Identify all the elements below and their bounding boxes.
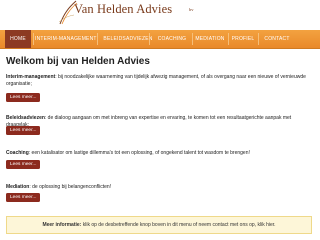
section-text: : de oplossing bij belangenconflicten! [29, 184, 112, 190]
read-more-button-mediation[interactable]: Lees meer... [6, 193, 41, 202]
nav-item-interim-management[interactable]: INTERIM-MANAGEMENT [35, 30, 96, 48]
section-beleidsadviezen: Beleidsadviezen: de dialoog aangaan om m… [6, 115, 312, 128]
nav-item-home[interactable]: HOME [5, 30, 31, 48]
read-more-button-interim[interactable]: Lees meer... [6, 93, 41, 102]
nav-item-beleidsadviezen[interactable]: BELEIDSADVIEZEN [100, 30, 156, 48]
nav-divider [149, 33, 150, 45]
nav-item-contact[interactable]: CONTACT [261, 30, 293, 48]
info-box: Meer informatie: klik op de desbetreffen… [6, 216, 312, 234]
section-term: Beleidsadviezen [6, 115, 45, 121]
nav-item-profiel[interactable]: PROFIEL [230, 30, 256, 48]
page-title: Welkom bij van Helden Advies [6, 56, 150, 67]
info-text: klik op de desbetreffende knop boven in … [81, 222, 267, 228]
info-end: . [274, 222, 276, 228]
logo-text[interactable]: Van Helden Advies [74, 2, 172, 17]
site-header: Van Helden Advies bv [0, 0, 320, 28]
info-link[interactable]: hier [266, 222, 274, 228]
section-term: Coaching [6, 150, 29, 156]
section-mediation: Mediation: de oplossing bij belangenconf… [6, 184, 312, 191]
section-interim-management: Interim-management: bij noodzakelijke wa… [6, 74, 312, 87]
section-coaching: Coaching: een katalisator om lastige dil… [6, 150, 312, 157]
section-term: Mediation [6, 184, 30, 190]
section-text: : de dialoog aangaan om met inbreng van … [6, 115, 292, 128]
logo-suffix: bv [189, 7, 194, 12]
section-text: : een katalisator om lastige dillemma's … [28, 150, 250, 156]
read-more-button-coaching[interactable]: Lees meer... [6, 160, 41, 169]
nav-divider [33, 33, 34, 45]
nav-item-mediation[interactable]: MEDIATION [193, 30, 227, 48]
nav-divider [97, 33, 98, 45]
nav-divider [258, 33, 259, 45]
info-label: Meer informatie: [42, 222, 82, 228]
main-nav: HOME INTERIM-MANAGEMENT BELEIDSADVIEZEN … [0, 30, 320, 49]
nav-item-coaching[interactable]: COACHING [153, 30, 191, 48]
section-term: Interim-management [6, 74, 56, 80]
read-more-button-beleidsadviezen[interactable]: Lees meer... [6, 126, 41, 135]
nav-divider [228, 33, 229, 45]
